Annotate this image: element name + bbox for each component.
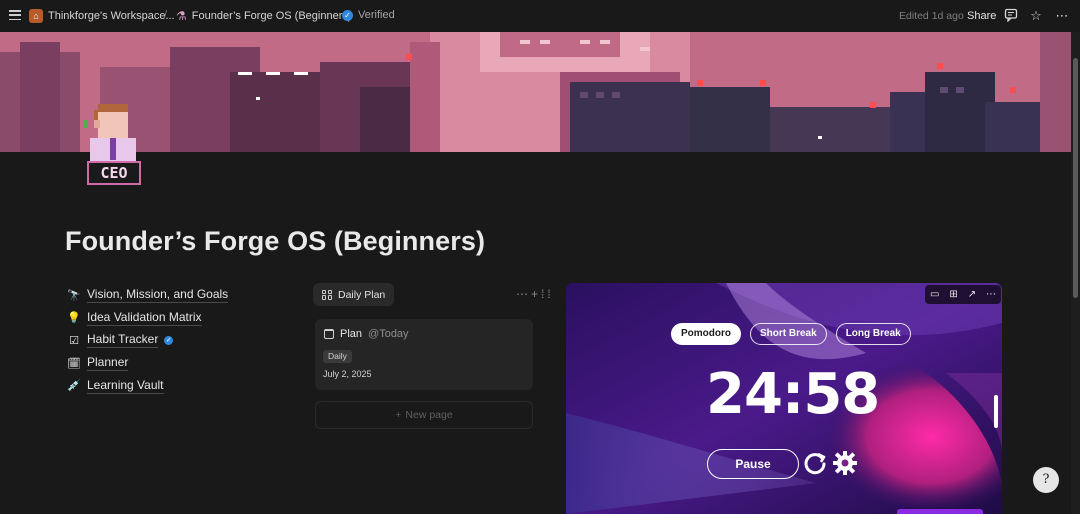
verified-status[interactable]: ✓ Verified — [342, 9, 395, 21]
checklist-icon: ☑ — [69, 334, 79, 347]
link-label: Idea Validation Matrix — [87, 309, 202, 326]
link-label: Learning Vault — [87, 377, 164, 394]
breadcrumb-workspace[interactable]: ⌂ Thinkforge's Workspace... — [29, 9, 175, 23]
workspace-label: Thinkforge's Workspace... — [48, 10, 175, 22]
scrollbar-thumb[interactable] — [1073, 58, 1078, 298]
verified-icon: ✓ — [164, 335, 174, 345]
progress-bar — [897, 509, 983, 514]
timer-display: 24:58 — [706, 362, 880, 427]
menu-icon[interactable] — [9, 10, 21, 21]
view-tab-label: Daily Plan — [338, 288, 386, 301]
embed-scroll-handle[interactable] — [994, 395, 998, 428]
board-view-icon — [322, 289, 332, 300]
help-button[interactable]: ? — [1033, 467, 1059, 493]
open-external-icon[interactable]: ↗ — [968, 289, 976, 300]
link-planner[interactable]: 🗓 Planner — [67, 352, 228, 375]
verified-icon: ✓ — [342, 9, 353, 21]
link-learning-vault[interactable]: 💉 Learning Vault — [67, 374, 228, 397]
breadcrumb-page[interactable]: ⚗ Founder’s Forge OS (Beginners) — [176, 9, 352, 23]
star-icon[interactable]: ☆ — [1028, 8, 1044, 24]
link-label: Planner — [87, 355, 129, 372]
comment-icon[interactable]: ▭ — [930, 289, 939, 300]
ceo-badge-label: CEO — [100, 164, 128, 182]
present-icon[interactable]: ⊞ — [949, 289, 957, 300]
comment-icon[interactable] — [1003, 8, 1019, 24]
top-bar: ⌂ Thinkforge's Workspace... / ⚗ Founder’… — [0, 0, 1080, 32]
settings-gear-icon[interactable] — [832, 450, 858, 476]
add-icon[interactable]: + — [531, 287, 541, 301]
link-idea-validation-matrix[interactable]: 💡 Idea Validation Matrix — [67, 307, 228, 330]
reset-icon[interactable] — [802, 450, 828, 476]
cover-banner — [0, 32, 1071, 152]
link-vision-mission-goals[interactable]: 🔭 Vision, Mission, and Goals — [67, 284, 229, 307]
lightbulb-icon: 💡 — [67, 312, 81, 325]
link-label: Vision, Mission, and Goals — [87, 287, 229, 304]
pause-button[interactable]: Pause — [707, 449, 799, 479]
mode-short-break[interactable]: Short Break — [750, 323, 827, 345]
more-options-icon[interactable]: ⋯ — [1054, 8, 1070, 24]
verified-label: Verified — [358, 9, 395, 21]
flask-icon: ⚗ — [176, 9, 187, 23]
breadcrumb-page-label: Founder’s Forge OS (Beginners) — [191, 10, 352, 22]
share-button[interactable]: Share — [967, 10, 996, 22]
planner-icon: 🗓 — [67, 357, 81, 370]
edited-timestamp: Edited 1d ago — [899, 10, 964, 22]
board-controls: ⋯+⁞⁞ — [516, 287, 554, 301]
mode-long-break[interactable]: Long Break — [835, 323, 911, 345]
breadcrumb-separator: / — [164, 9, 168, 21]
page-links-list: 🔭 Vision, Mission, and Goals 💡 Idea Vali… — [67, 284, 229, 397]
card-date-mention: @Today — [368, 328, 409, 340]
page-title[interactable]: Founder’s Forge OS (Beginners) — [65, 226, 485, 257]
plus-icon: + — [395, 409, 402, 421]
workspace-icon: ⌂ — [29, 9, 43, 23]
vault-icon: 💉 — [67, 380, 81, 393]
calendar-icon — [324, 329, 334, 339]
new-page-label: New page — [405, 409, 453, 421]
card-date: July 2, 2025 — [323, 369, 372, 379]
new-page-button[interactable]: + New page — [315, 401, 533, 429]
page-scrollbar[interactable] — [1071, 32, 1080, 514]
drag-handle-icon[interactable]: ⁞⁞ — [541, 287, 554, 301]
link-habit-tracker[interactable]: ☑ Habit Tracker ✓ — [67, 329, 228, 352]
card-tag: Daily — [323, 350, 352, 363]
card-title: Plan — [340, 328, 363, 340]
embed-toolbar: ▭ ⊞ ↗ ⋯ — [925, 285, 1001, 304]
view-tab-daily-plan[interactable]: Daily Plan — [313, 283, 395, 306]
more-options-icon[interactable]: ⋯ — [986, 289, 996, 300]
telescope-icon: 🔭 — [67, 289, 81, 302]
more-options-icon[interactable]: ⋯ — [516, 287, 531, 301]
link-label: Habit Tracker — [87, 332, 159, 349]
mode-pomodoro[interactable]: Pomodoro — [671, 323, 741, 345]
pomodoro-mode-tabs: Pomodoro Short Break Long Break — [671, 323, 911, 345]
page-icon-ceo[interactable]: CEO — [78, 100, 148, 190]
